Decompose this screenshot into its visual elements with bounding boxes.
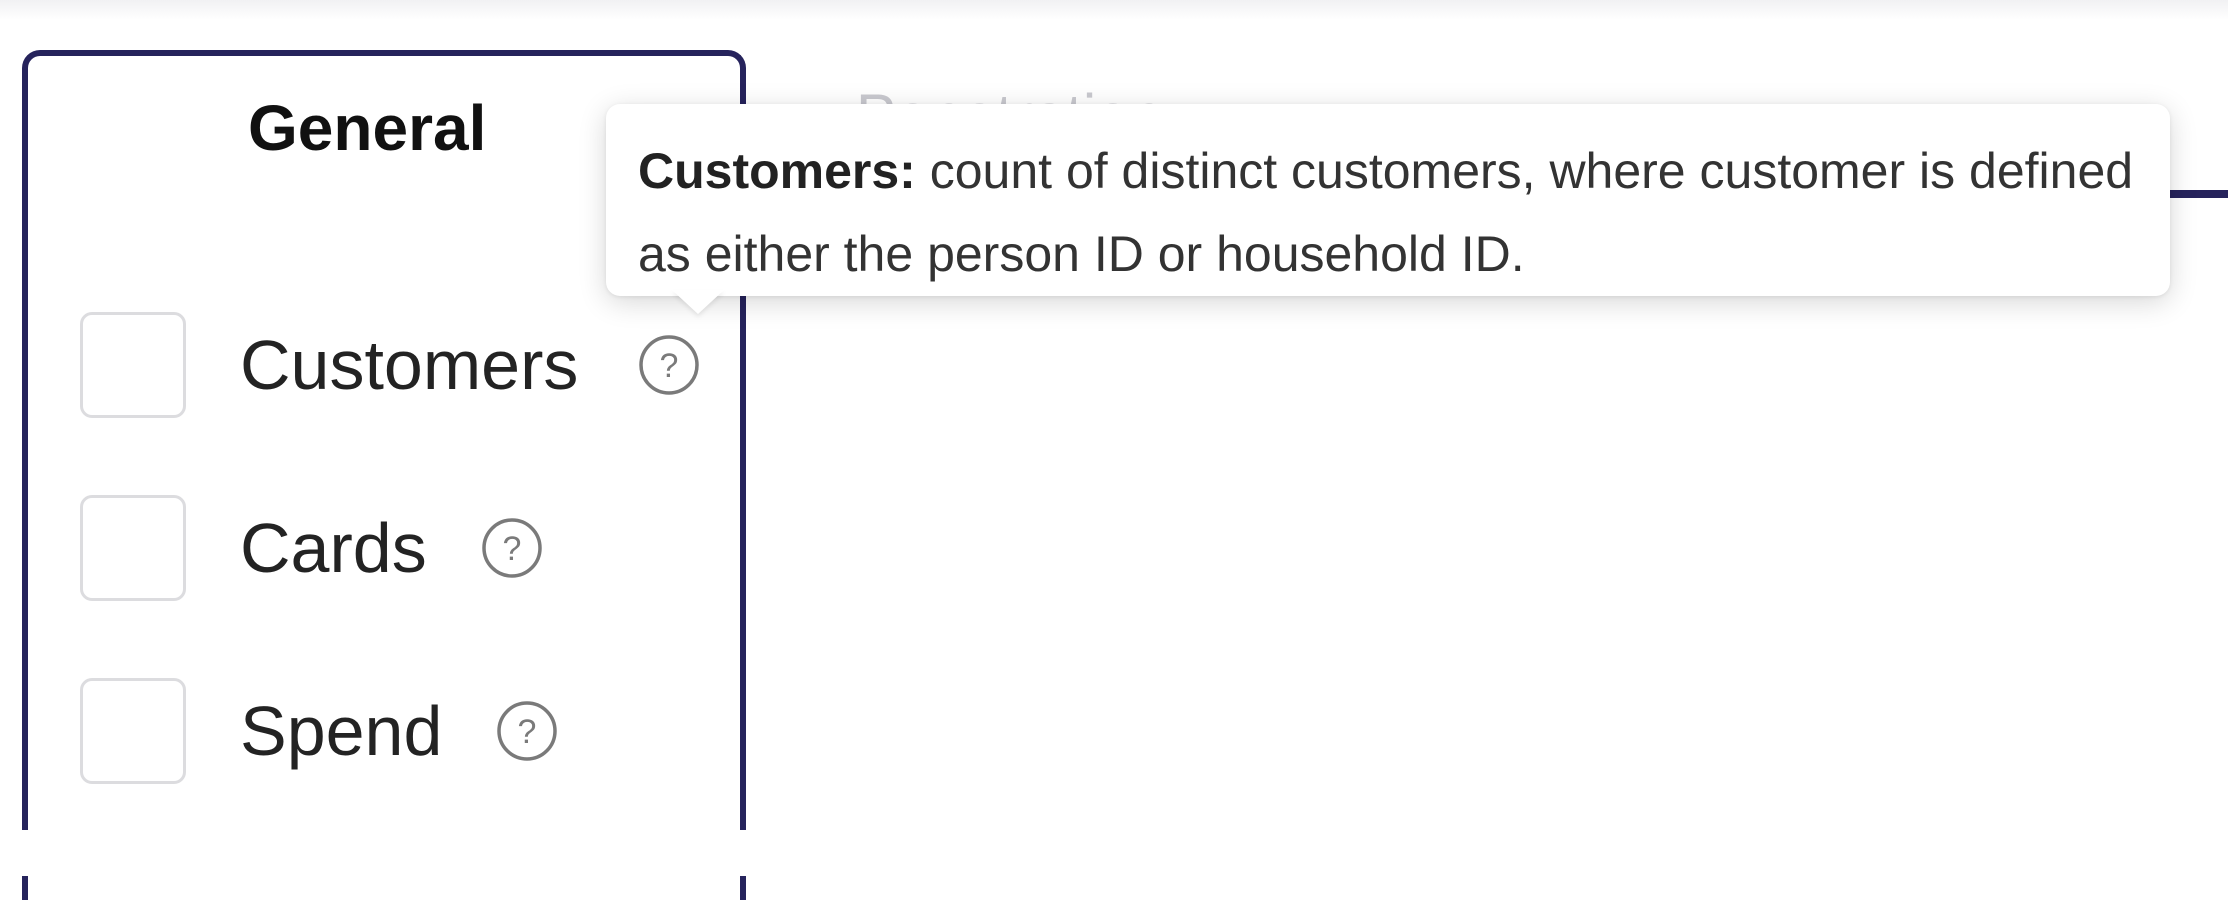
- help-circle-icon[interactable]: ?: [496, 700, 558, 762]
- cards-label: Cards: [240, 509, 427, 587]
- tooltip-arrow: [672, 290, 724, 314]
- top-shadow-strip: [0, 0, 2228, 20]
- tab-general[interactable]: General: [248, 96, 486, 160]
- svg-text:?: ?: [518, 713, 537, 751]
- spend-label: Spend: [240, 692, 443, 770]
- metric-row-spend: Spend ?: [80, 676, 558, 786]
- spend-checkbox[interactable]: [80, 678, 186, 784]
- help-circle-icon[interactable]: ?: [638, 334, 700, 396]
- help-circle-icon[interactable]: ?: [481, 517, 543, 579]
- customers-checkbox[interactable]: [80, 312, 186, 418]
- metric-row-cards: Cards ?: [80, 493, 543, 603]
- customers-label: Customers: [240, 326, 579, 404]
- cards-checkbox[interactable]: [80, 495, 186, 601]
- customers-tooltip: Customers: count of distinct customers, …: [606, 104, 2170, 296]
- tab-underline: [2170, 190, 2228, 198]
- svg-text:?: ?: [502, 530, 521, 568]
- metric-row-customers: Customers ?: [80, 310, 700, 420]
- svg-text:?: ?: [660, 347, 679, 385]
- bottom-crop-mask: [0, 830, 2228, 876]
- tooltip-term: Customers:: [638, 143, 916, 199]
